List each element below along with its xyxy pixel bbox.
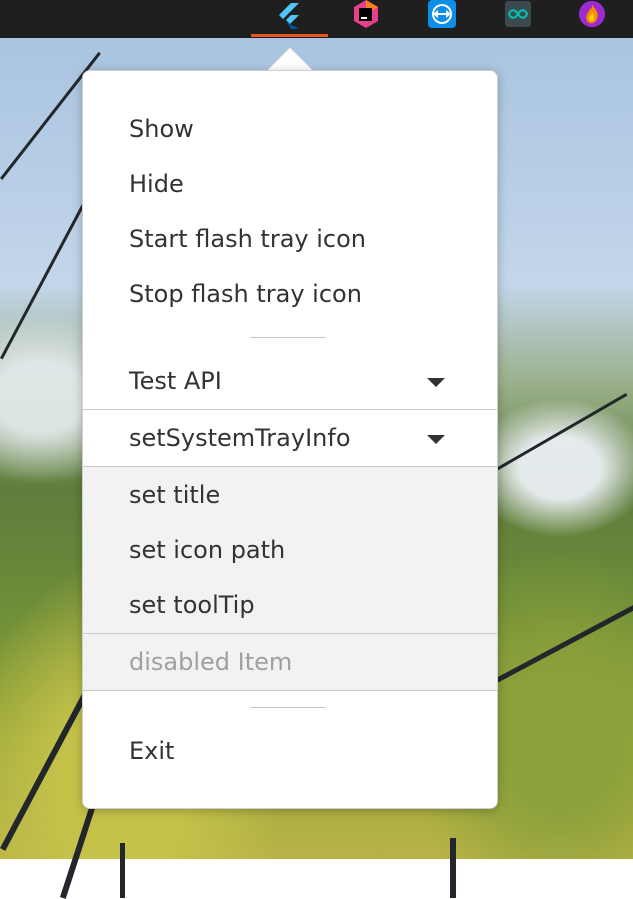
menu-item-show[interactable]: Show <box>83 102 497 157</box>
caret-down-icon <box>427 378 445 387</box>
submenu-divider <box>83 409 497 410</box>
menu-item-label: Stop flash tray icon <box>129 280 362 308</box>
cable-line <box>496 602 633 683</box>
submenu-divider <box>83 690 497 691</box>
arduino-icon[interactable] <box>504 0 532 28</box>
menu-item-label: setSystemTrayInfo <box>129 424 351 452</box>
menu-item-label: Hide <box>129 170 184 198</box>
cable-pole <box>450 838 456 898</box>
caret-down-icon <box>427 435 445 444</box>
menu-item-start-flash-tray-icon[interactable]: Start flash tray icon <box>83 212 497 267</box>
menu-item-label: set toolTip <box>129 591 255 619</box>
top-panel <box>0 0 633 38</box>
cable-line <box>496 393 628 471</box>
menu-item-label: set icon path <box>129 536 286 564</box>
menu-item-stop-flash-tray-icon[interactable]: Stop flash tray icon <box>83 267 497 322</box>
menu-item-set-title[interactable]: set title <box>83 468 497 523</box>
app-flame-icon[interactable] <box>578 0 606 28</box>
menu-separator <box>250 337 326 338</box>
flutter-icon[interactable] <box>276 2 304 30</box>
menu-item-disabled: disabled Item <box>83 635 497 690</box>
menu-item-label: disabled Item <box>129 648 293 676</box>
cable-pole <box>120 843 125 898</box>
menu-item-exit[interactable]: Exit <box>83 724 497 779</box>
menu-item-label: Test API <box>129 367 222 395</box>
popup-arrow <box>268 48 312 70</box>
menu-item-label: Exit <box>129 737 175 765</box>
menu-item-set-icon-path[interactable]: set icon path <box>83 523 497 578</box>
menu-item-label: Start flash tray icon <box>129 225 366 253</box>
menu-item-hide[interactable]: Hide <box>83 157 497 212</box>
menu-separator <box>250 707 326 708</box>
active-tray-indicator <box>251 34 328 37</box>
teamviewer-icon[interactable] <box>428 0 456 28</box>
menu-item-label: Show <box>129 115 194 143</box>
submenu-set-system-tray-info[interactable]: setSystemTrayInfo <box>83 411 497 466</box>
menu-item-set-tooltip[interactable]: set toolTip <box>83 578 497 633</box>
menu-item-label: set title <box>129 481 221 509</box>
submenu-test-api[interactable]: Test API <box>83 354 497 409</box>
jetbrains-toolbox-icon[interactable] <box>352 0 380 28</box>
tray-context-menu: Show Hide Start flash tray icon Stop fla… <box>82 70 498 809</box>
